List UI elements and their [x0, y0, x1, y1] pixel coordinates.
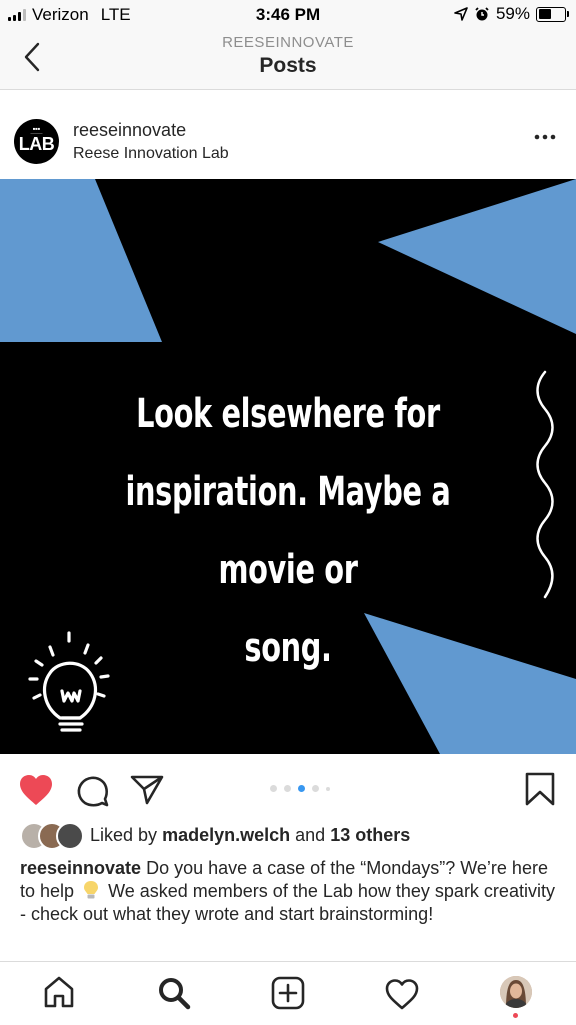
liked-by-user[interactable]: madelyn.welch: [162, 825, 290, 845]
post-display-name[interactable]: Reese Innovation Lab: [73, 145, 229, 163]
account-name: REESEINNOVATE: [222, 34, 354, 51]
lightbulb-icon: [84, 881, 99, 899]
more-options-icon[interactable]: [534, 132, 556, 142]
carousel-indicator: [270, 785, 330, 792]
carousel-dot-active: [298, 785, 305, 792]
comment-icon[interactable]: [76, 774, 110, 808]
alarm-icon: [475, 7, 489, 21]
like-heart-icon[interactable]: [18, 773, 54, 807]
quote-line-3: song.: [244, 625, 332, 671]
location-icon: [454, 7, 468, 21]
home-icon[interactable]: [43, 975, 75, 1009]
status-right: 59%: [454, 4, 569, 24]
quote-line-1: Look elsewhere for: [136, 391, 440, 437]
liker-avatar: [56, 822, 84, 850]
activity-heart-icon[interactable]: [384, 978, 420, 1010]
caption-username[interactable]: reeseinnovate: [20, 858, 141, 878]
liked-others[interactable]: 13 others: [330, 825, 410, 845]
profile-avatar[interactable]: [500, 976, 532, 1008]
liked-by-text: Liked by madelyn.welch and 13 others: [90, 825, 410, 846]
bookmark-icon[interactable]: [525, 772, 555, 806]
battery-fill: [538, 9, 552, 19]
accent-triangle-top-right: [378, 179, 576, 334]
caption-text-end: We asked members of the Lab how they spa…: [20, 881, 555, 924]
carousel-dot: [312, 785, 319, 792]
post-avatar[interactable]: ■■■ ——— LAB: [14, 119, 59, 164]
post-caption: reeseinnovate Do you have a case of the …: [20, 857, 560, 926]
wavy-line-decoration: [536, 370, 554, 599]
quote-line-2: inspiration. Maybe a movie or: [125, 469, 451, 593]
page-title: Posts: [259, 54, 317, 77]
carousel-dot: [284, 785, 291, 792]
nav-header: REESEINNOVATE Posts: [0, 30, 576, 90]
battery-icon: [536, 6, 569, 22]
notification-dot: [513, 1013, 518, 1018]
post-image-text: Look elsewhere for inspiration. Maybe a …: [81, 375, 496, 687]
post-username[interactable]: reeseinnovate: [73, 120, 186, 141]
battery-percent: 59%: [495, 4, 530, 23]
add-post-icon[interactable]: [271, 976, 305, 1010]
liked-prefix: Liked by: [90, 825, 158, 845]
liked-and: and: [295, 825, 326, 845]
profile-photo: [500, 976, 532, 1008]
carousel-dot: [270, 785, 277, 792]
liker-avatars[interactable]: [20, 822, 84, 850]
accent-triangle-top-left: [0, 179, 162, 342]
status-bar: Verizon LTE 3:46 PM 59%: [0, 0, 576, 30]
post-image[interactable]: Look elsewhere for inspiration. Maybe a …: [0, 179, 576, 754]
avatar-logo-text: LAB: [18, 134, 55, 154]
search-icon[interactable]: [157, 976, 191, 1010]
carousel-dot: [326, 786, 330, 791]
share-icon[interactable]: [130, 774, 164, 806]
